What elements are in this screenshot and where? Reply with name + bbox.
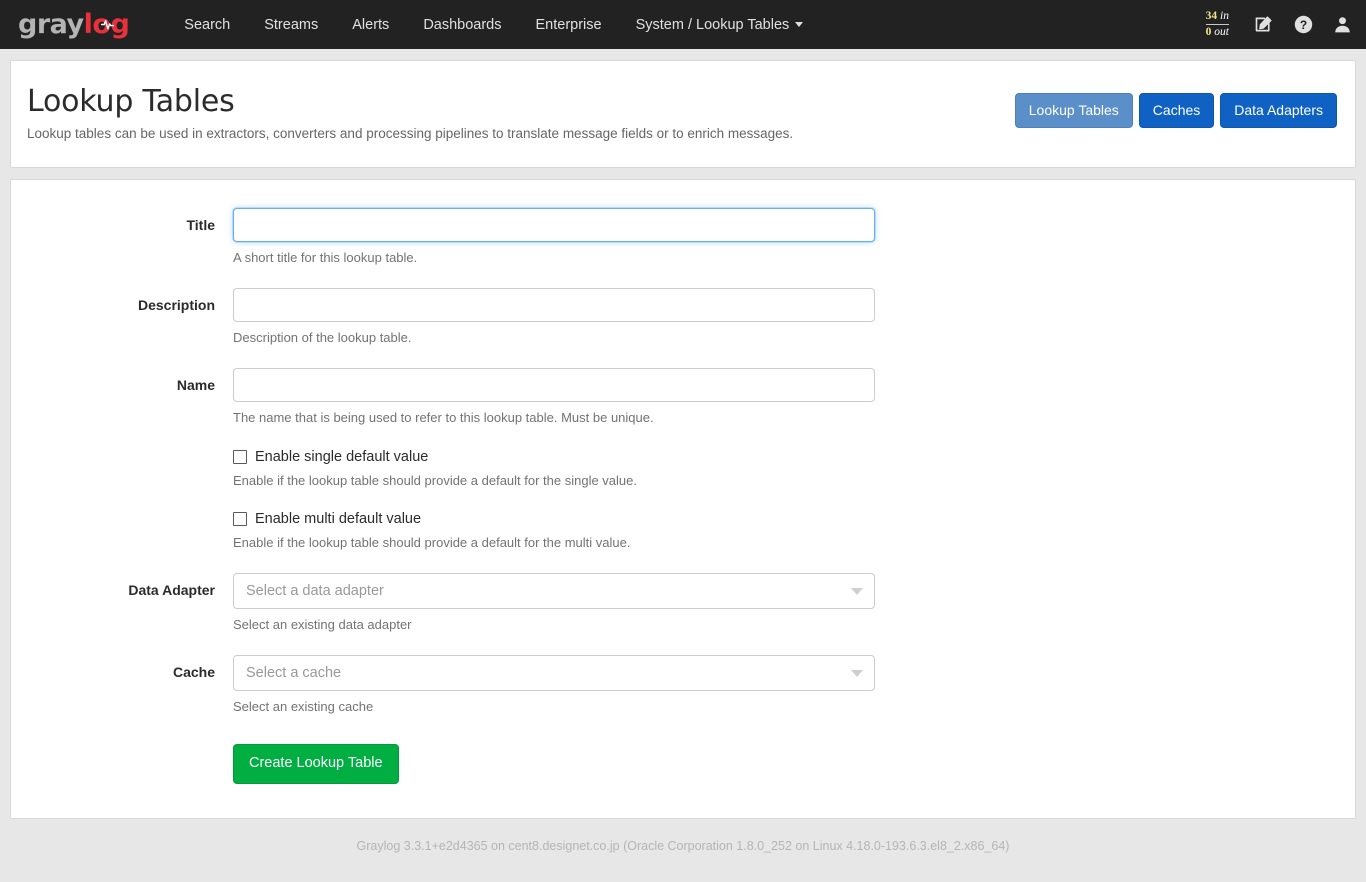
throughput-in-label: in — [1220, 9, 1229, 22]
checkbox-box-multi[interactable] — [233, 511, 247, 526]
checkbox-box-single[interactable] — [233, 449, 247, 464]
throughput-out-label: out — [1214, 26, 1229, 38]
page-content: Lookup Tables Lookup tables can be used … — [0, 49, 1366, 853]
create-lookup-table-button[interactable]: Create Lookup Table — [233, 744, 399, 784]
multi-default-help-text: Enable if the lookup table should provid… — [233, 534, 631, 550]
cache-label: Cache — [172, 664, 215, 681]
nav-link-search-label: Search — [184, 16, 231, 33]
name-help-text: The name that is being used to refer to … — [233, 410, 654, 426]
description-input[interactable] — [233, 288, 875, 323]
form-row-multi-default: Enable multi default value Enable if the… — [31, 511, 1335, 552]
data-adapter-label: Data Adapter — [128, 581, 215, 598]
form-row-data-adapter: Data Adapter Select a data adapter Selec… — [31, 572, 1335, 634]
data-adapter-field-group: Select a data adapter Select an existing… — [233, 572, 875, 634]
checkbox-spacer-multi — [31, 511, 233, 552]
chevron-down-icon — [795, 22, 804, 28]
top-navbar: graylog Search Streams Alerts Dashboards… — [0, 0, 1366, 49]
form-row-single-default: Enable single default value Enable if th… — [31, 449, 1335, 490]
form-row-description: Description Description of the lookup ta… — [31, 288, 1335, 347]
nav-link-alerts[interactable]: Alerts — [335, 3, 406, 47]
nav-link-enterprise[interactable]: Enterprise — [519, 3, 619, 47]
throughput-in: 34 in — [1205, 9, 1229, 25]
description-label: Description — [137, 297, 215, 314]
lookup-table-form-panel: Title A short title for this lookup tabl… — [10, 179, 1356, 819]
nav-link-system-lookup-tables[interactable]: System / Lookup Tables — [619, 3, 821, 47]
cache-select-wrap: Select a cache — [233, 655, 875, 692]
name-field-group: The name that is being used to refer to … — [233, 368, 875, 427]
form-row-submit: Create Lookup Table — [31, 744, 1335, 784]
nav-link-search[interactable]: Search — [167, 3, 247, 47]
data-adapter-select[interactable]: Select a data adapter — [233, 572, 875, 609]
nav-link-streams[interactable]: Streams — [247, 3, 335, 47]
nav-link-dashboards-label: Dashboards — [423, 16, 502, 33]
checkbox-spacer-single — [31, 449, 233, 490]
throughput-out-value: 0 — [1205, 26, 1212, 38]
data-adapter-help-text: Select an existing data adapter — [233, 616, 412, 632]
cache-field-group: Select a cache Select an existing cache — [233, 655, 875, 716]
throughput-in-value: 34 — [1205, 9, 1218, 22]
header-action-buttons: Lookup Tables Caches Data Adapters — [1014, 93, 1337, 128]
brand-text-gray: gray — [18, 9, 84, 40]
title-label: Title — [186, 217, 215, 233]
nav-link-alerts-label: Alerts — [352, 16, 390, 33]
nav-link-system-label: System / Lookup Tables — [635, 16, 790, 33]
name-label: Name — [176, 377, 215, 394]
nav-links: Search Streams Alerts Dashboards Enterpr… — [167, 3, 820, 47]
title-field-group: A short title for this lookup table. — [233, 208, 875, 267]
form-row-name: Name The name that is being used to refe… — [31, 368, 1335, 427]
cache-select-placeholder: Select a cache — [246, 665, 342, 682]
enable-multi-default-checkbox[interactable]: Enable multi default value — [233, 511, 875, 527]
user-account-icon[interactable] — [1333, 15, 1352, 34]
description-field-group: Description of the lookup table. — [233, 288, 875, 347]
graylog-logo[interactable]: graylog — [18, 9, 130, 40]
throughput-indicator[interactable]: 34 in 0 out — [1202, 10, 1233, 39]
data-adapter-select-placeholder: Select a data adapter — [246, 582, 384, 599]
nav-link-enterprise-label: Enterprise — [535, 16, 602, 33]
edit-pencil-icon[interactable] — [1253, 14, 1274, 35]
nav-link-streams-label: Streams — [264, 16, 319, 33]
name-input[interactable] — [233, 368, 875, 403]
form-row-title: Title A short title for this lookup tabl… — [31, 208, 1335, 267]
submit-spacer — [31, 744, 233, 784]
brand-text-log: log — [84, 9, 130, 40]
brand-text: graylog — [18, 9, 130, 40]
page-description: Lookup tables can be used in extractors,… — [27, 126, 794, 141]
enable-multi-default-label: Enable multi default value — [255, 510, 422, 527]
single-default-group: Enable single default value Enable if th… — [233, 449, 875, 490]
svg-text:?: ? — [1300, 18, 1307, 32]
page-header-panel: Lookup Tables Lookup tables can be used … — [10, 60, 1356, 168]
title-input[interactable] — [233, 208, 875, 242]
navbar-right-group: 34 in 0 out ? — [1202, 0, 1352, 49]
title-help-text: A short title for this lookup table. — [233, 250, 418, 265]
enable-single-default-checkbox[interactable]: Enable single default value — [233, 449, 875, 465]
help-question-icon[interactable]: ? — [1294, 15, 1313, 34]
enable-single-default-label: Enable single default value — [255, 448, 429, 465]
cache-select[interactable]: Select a cache — [233, 655, 875, 692]
single-default-help-text: Enable if the lookup table should provid… — [233, 472, 637, 488]
form-row-cache: Cache Select a cache Select an existing … — [31, 655, 1335, 716]
cache-help-text: Select an existing cache — [233, 699, 374, 715]
multi-default-group: Enable multi default value Enable if the… — [233, 511, 875, 552]
data-adapter-select-wrap: Select a data adapter — [233, 572, 875, 609]
lookup-tables-button[interactable]: Lookup Tables — [1014, 93, 1133, 128]
app-footer: Graylog 3.3.1+e2d4365 on cent8.designet.… — [356, 838, 1010, 853]
pulse-icon — [100, 20, 114, 30]
nav-link-dashboards[interactable]: Dashboards — [406, 3, 518, 47]
throughput-out: 0 out — [1206, 25, 1229, 39]
caches-button[interactable]: Caches — [1138, 93, 1215, 128]
data-adapters-button[interactable]: Data Adapters — [1220, 93, 1337, 128]
description-help-text: Description of the lookup table. — [233, 330, 412, 346]
